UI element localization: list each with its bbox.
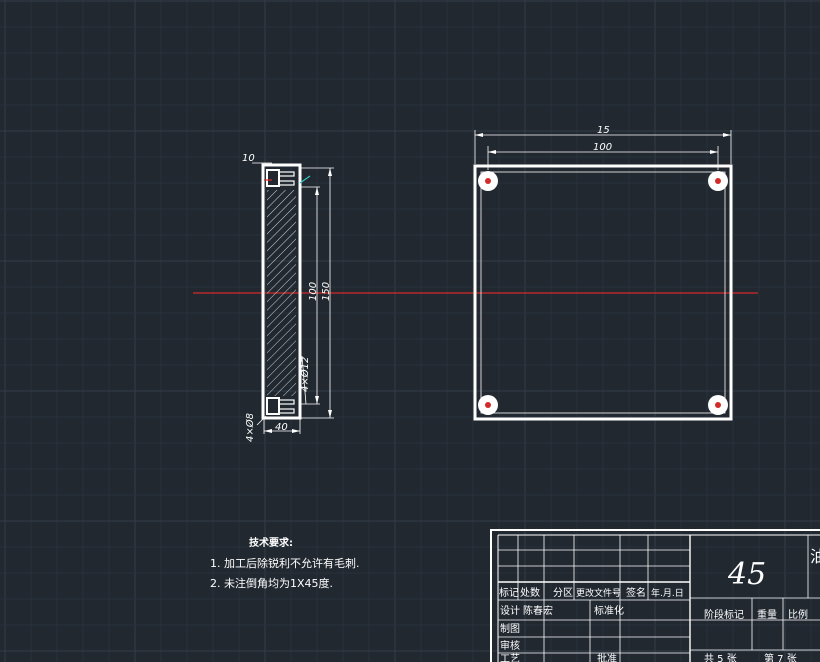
header-change-doc: 更改文件号	[576, 587, 621, 599]
dim-hole-callout: 4×Ø12	[299, 357, 311, 392]
scale-label: 比例	[788, 608, 808, 621]
weight-label: 重量	[757, 608, 777, 621]
side-view[interactable]: 10 100 150 4×Ø12 4×Ø8 40	[242, 153, 334, 442]
material-label: 45	[727, 557, 766, 592]
side-view-hatch	[267, 190, 296, 396]
header-sign: 签名	[626, 586, 646, 599]
technical-notes: 技术要求: 1. 加工后除锐利不允许有毛刺. 2. 未注倒角均为1X45度.	[210, 536, 360, 590]
corner-hole-tl[interactable]	[478, 171, 498, 191]
note-item-1: 1. 加工后除锐利不允许有毛刺.	[210, 556, 360, 570]
top-hole-detail	[266, 169, 280, 187]
designer-name: 陈春宏	[523, 604, 553, 617]
corner-hole-bl[interactable]	[478, 395, 498, 415]
edge-char: 油	[810, 547, 820, 566]
sheet-number: 第 7 张	[764, 652, 797, 662]
bottom-slot-a	[278, 399, 295, 405]
sheets-total: 共 5 张	[704, 653, 737, 662]
dim-outer-height: 150	[321, 282, 332, 301]
craft-label: 工艺	[500, 653, 520, 662]
header-date: 年.月.日	[651, 587, 684, 599]
bottom-hole-detail	[266, 397, 280, 415]
bottom-slot-b	[278, 408, 295, 414]
dim-small-hole: 4×Ø8	[244, 413, 256, 442]
stage-label: 阶段标记	[704, 608, 744, 621]
approve-label: 批准	[597, 652, 617, 662]
design-label: 设计	[500, 604, 520, 617]
background-grid	[0, 0, 820, 662]
note-item-2: 2. 未注倒角均为1X45度.	[210, 576, 333, 590]
top-slot-a	[278, 171, 295, 177]
draw-label: 制图	[500, 622, 520, 635]
corner-hole-tr[interactable]	[708, 171, 728, 191]
standardization-label: 标准化	[594, 604, 624, 617]
header-count: 处数	[520, 586, 540, 599]
dim-inner-width: 100	[593, 142, 612, 153]
notes-heading: 技术要求:	[249, 536, 293, 549]
dim-inner-height: 100	[308, 282, 319, 301]
corner-hole-br[interactable]	[708, 395, 728, 415]
check-label: 审核	[500, 639, 520, 652]
dim-bottom-width: 40	[275, 422, 288, 433]
cad-canvas[interactable]: 10 100 150 4×Ø12 4×Ø8 40 15 100 技术要求: 1.…	[0, 0, 820, 662]
header-zone: 分区	[553, 587, 573, 599]
dim-outer-width: 15	[597, 125, 610, 136]
dim-top-width: 10	[242, 153, 255, 164]
header-mark: 标记	[499, 587, 519, 599]
